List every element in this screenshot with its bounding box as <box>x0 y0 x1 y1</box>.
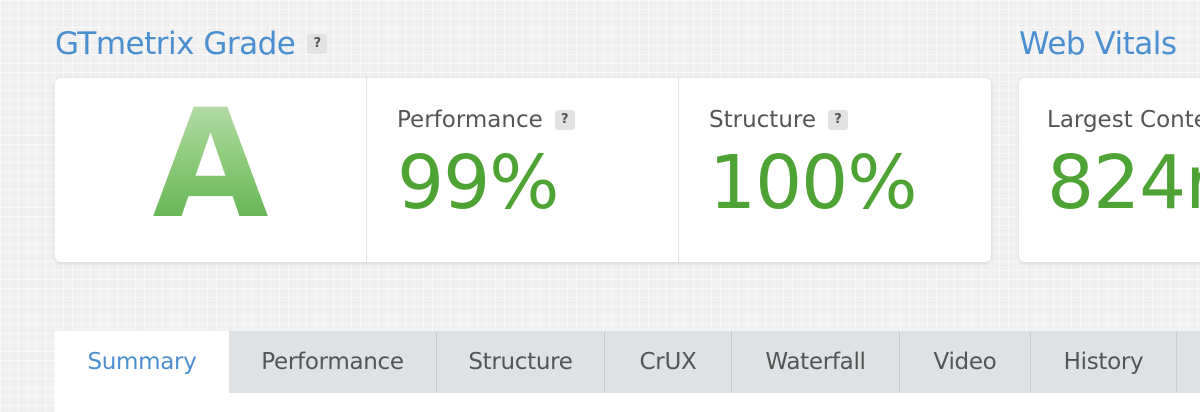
tab-crux[interactable]: CrUX <box>605 331 732 393</box>
web-vitals-title-text: Web Vitals <box>1019 26 1177 62</box>
gtmetrix-grade-card: A Performance ? 99% Structure ? 100% <box>55 78 991 262</box>
tab-waterfall[interactable]: Waterfall <box>732 331 900 393</box>
summary-tab-panel <box>55 393 1200 412</box>
structure-label-text: Structure <box>709 107 816 133</box>
grade-cell: A <box>55 78 367 262</box>
tab-video[interactable]: Video <box>900 331 1031 393</box>
structure-value: 100% <box>709 140 918 226</box>
web-vitals-card: Largest Conten 824r <box>1019 78 1200 262</box>
structure-label: Structure ? <box>709 107 848 133</box>
tab-structure[interactable]: Structure <box>437 331 605 393</box>
performance-value: 99% <box>397 140 559 226</box>
gtmetrix-grade-title-text: GTmetrix Grade <box>55 26 296 62</box>
performance-label: Performance ? <box>397 107 575 133</box>
performance-label-text: Performance <box>397 107 543 133</box>
performance-metric: Performance ? 99% <box>367 78 679 262</box>
gtmetrix-grade-help-icon[interactable]: ? <box>307 34 328 54</box>
web-vitals-title: Web Vitals <box>1019 26 1177 62</box>
structure-metric: Structure ? 100% <box>679 78 991 262</box>
tab-performance[interactable]: Performance <box>229 331 437 393</box>
lcp-label: Largest Conten <box>1047 107 1200 133</box>
tab-summary[interactable]: Summary <box>55 331 229 393</box>
lcp-value: 824r <box>1047 140 1200 226</box>
lcp-metric: Largest Conten 824r <box>1019 78 1200 262</box>
report-tabs: Summary Performance Structure CrUX Water… <box>55 331 1200 393</box>
grade-letter: A <box>55 90 366 240</box>
gtmetrix-grade-title: GTmetrix Grade ? <box>55 26 328 62</box>
tab-history[interactable]: History <box>1031 331 1177 393</box>
structure-help-icon[interactable]: ? <box>828 110 848 130</box>
performance-help-icon[interactable]: ? <box>554 110 575 130</box>
